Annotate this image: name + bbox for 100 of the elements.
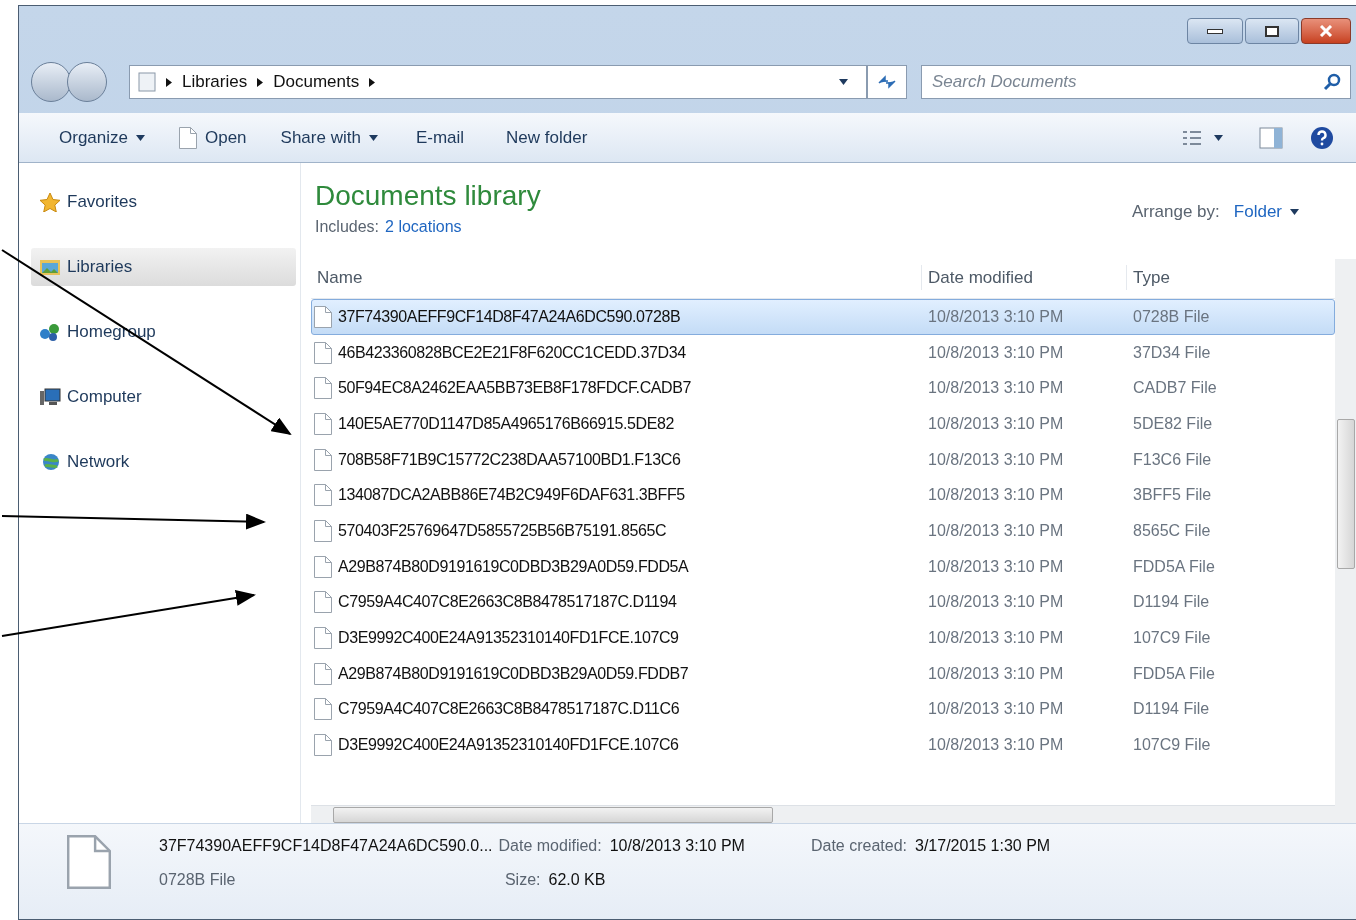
date-cell-text: 10/8/2013 3:10 PM	[927, 556, 1065, 577]
file-name: C7959A4C407C8E2663C8B8478517187C.D1194	[338, 592, 677, 613]
date-cell-text: 10/8/2013 3:10 PM	[927, 663, 1065, 684]
file-row[interactable]: 570403F25769647D5855725B56B75191.8565C 10/8/2013 3:10 PM 8565C File	[311, 513, 1335, 549]
forward-button[interactable]	[67, 62, 107, 102]
type-cell-text: CADB7 File	[1132, 378, 1218, 399]
refresh-button[interactable]	[867, 65, 907, 99]
file-row[interactable]: C7959A4C407C8E2663C8B8478517187C.D1194 10/8/2013 3:10 PM D1194 File	[311, 584, 1335, 621]
caret-icon	[839, 79, 848, 85]
type-cell-text: 107C9 File	[1132, 628, 1212, 649]
date-cell-text: 10/8/2013 3:10 PM	[927, 735, 1065, 756]
column-header[interactable]: Date modified	[921, 264, 1126, 291]
file-icon	[314, 662, 332, 685]
close-icon	[1319, 25, 1333, 37]
size-value: 62.0 KB	[548, 870, 606, 890]
file-row[interactable]: D3E9992C400E24A91352310140FD1FCE.107C6 10/8/2013 3:10 PM 107C9 File	[311, 727, 1335, 763]
file-name: A29B874B80D9191619C0DBD3B29A0D59.FDDB7	[338, 663, 689, 684]
back-button[interactable]	[31, 62, 71, 102]
sidebar-item[interactable]: Libraries	[31, 248, 296, 286]
file-name: 46B423360828BCE2E21F8F620CC1CEDD.37D34	[338, 342, 686, 363]
type-cell-text: D1194 File	[1132, 699, 1211, 720]
file-row[interactable]: D3E9992C400E24A91352310140FD1FCE.107C9 10/8/2013 3:10 PM 107C9 File	[311, 620, 1335, 656]
chevron-icon	[166, 77, 172, 87]
homegroup-icon	[39, 322, 61, 342]
toolbar-button[interactable]: E-mail	[399, 119, 481, 156]
file-icon	[314, 412, 332, 435]
folder-icon	[138, 72, 156, 92]
file-row[interactable]: C7959A4C407C8E2663C8B8478517187C.D11C6 10/8/2013 3:10 PM D1194 File	[311, 691, 1335, 728]
chevron-icon	[369, 77, 376, 87]
type-cell-text: D1194 File	[1132, 592, 1211, 613]
file-icon	[314, 591, 332, 614]
file-icon	[314, 484, 332, 507]
date-cell-text: 10/8/2013 3:10 PM	[927, 699, 1065, 720]
column-header[interactable]: Name	[311, 264, 921, 291]
search-field[interactable]: Search Documents	[921, 65, 1351, 99]
type-cell-text: 3BFF5 File	[1132, 485, 1213, 506]
arrange-dropdown[interactable]: Folder	[1233, 199, 1299, 225]
file-row[interactable]: 140E5AE770D1147D85A4965176B66915.5DE82 10/8/2013 3:10 PM 5DE82 File	[311, 406, 1335, 442]
type-cell-text: 37D34 File	[1132, 342, 1212, 363]
scrollbar-thumb[interactable]	[1337, 419, 1355, 569]
caret-icon	[1290, 208, 1299, 215]
refresh-icon	[877, 75, 897, 89]
file-row[interactable]: 134087DCA2ABB86E74B2C949F6DAF631.3BFF5 10/8/2013 3:10 PM 3BFF5 File	[311, 477, 1335, 514]
type-cell-text: 0728B File	[1132, 306, 1211, 327]
type-cell-text: FDD5A File	[1132, 556, 1216, 577]
date-cell-text: 10/8/2013 3:10 PM	[927, 449, 1065, 470]
date-cell-text: 10/8/2013 3:10 PM	[927, 306, 1065, 327]
toolbar-menu-button[interactable]: Organize	[47, 119, 157, 156]
date-cell-text: 10/8/2013 3:10 PM	[927, 520, 1065, 541]
close-button[interactable]	[1301, 18, 1351, 44]
file-row[interactable]: 37F74390AEFF9CF14D8F47A24A6DC590.0728B 10/8/2013 3:10 PM 0728B File	[311, 299, 1335, 335]
breadcrumb[interactable]: Documents	[273, 69, 360, 95]
file-icon	[314, 734, 332, 757]
locations-link[interactable]: 2 locations	[385, 215, 462, 239]
file-icon	[314, 448, 332, 471]
open-button[interactable]: Open	[167, 119, 259, 156]
details-file-name: 37F74390AEFF9CF14D8F47A24A6DC590.0...	[159, 836, 493, 856]
address-bar[interactable]: Libraries Documents	[129, 65, 867, 99]
chevron-icon	[257, 77, 264, 87]
minimize-button[interactable]	[1187, 18, 1243, 44]
file-row[interactable]: A29B874B80D9191619C0DBD3B29A0D59.FDD5A 10/8/2013 3:10 PM FDD5A File	[311, 548, 1335, 585]
type-cell-text: 8565C File	[1132, 520, 1212, 541]
scrollbar-thumb[interactable]	[333, 806, 773, 823]
date-cell-text: 10/8/2013 3:10 PM	[927, 592, 1065, 613]
created-label: Date created:	[810, 836, 907, 856]
sidebar-item[interactable]: Network	[31, 443, 296, 481]
file-name: 134087DCA2ABB86E74B2C949F6DAF631.3BFF5	[338, 485, 685, 506]
file-name: D3E9992C400E24A91352310140FD1FCE.107C9	[338, 628, 679, 649]
star-icon	[39, 192, 61, 212]
toolbar-button[interactable]: New folder	[490, 119, 604, 156]
file-icon	[67, 834, 111, 890]
sidebar-item[interactable]: Favorites	[31, 183, 296, 221]
pane-icon	[1259, 126, 1283, 149]
file-icon	[314, 377, 332, 400]
file-icon	[179, 126, 197, 149]
file-icon	[314, 555, 332, 578]
breadcrumb[interactable]: Libraries	[182, 69, 248, 95]
horizontal-scrollbar[interactable]	[311, 805, 1335, 823]
date-cell-text: 10/8/2013 3:10 PM	[927, 378, 1065, 399]
help-button[interactable]	[1309, 124, 1335, 151]
vertical-scrollbar[interactable]	[1335, 259, 1356, 823]
caret-icon	[368, 134, 378, 141]
list-icon	[1182, 129, 1202, 146]
file-row[interactable]: A29B874B80D9191619C0DBD3B29A0D59.FDDB7 10/8/2013 3:10 PM FDD5A File	[311, 655, 1335, 692]
file-name: 570403F25769647D5855725B56B75191.8565C	[338, 520, 667, 541]
caret-icon	[136, 134, 145, 141]
file-row[interactable]: 50F94EC8A2462EAA5BB73EB8F178FDCF.CADB7 10/8/2013 3:10 PM CADB7 File	[311, 370, 1335, 407]
toolbar-menu-button[interactable]: Share with	[268, 119, 390, 156]
type-cell-text: FDD5A File	[1132, 663, 1216, 684]
sidebar-item[interactable]: Computer	[31, 378, 296, 416]
search-icon	[1323, 73, 1341, 91]
file-row[interactable]: 708B58F71B9C15772C238DAA57100BD1.F13C6 10/8/2013 3:10 PM F13C6 File	[311, 441, 1335, 478]
file-name: A29B874B80D9191619C0DBD3B29A0D59.FDD5A	[338, 556, 689, 577]
modified-label: Date modified:	[498, 836, 602, 856]
file-icon	[314, 341, 332, 364]
date-cell-text: 10/8/2013 3:10 PM	[927, 485, 1065, 506]
file-row[interactable]: 46B423360828BCE2E21F8F620CC1CEDD.37D34 10/8/2013 3:10 PM 37D34 File	[311, 334, 1335, 371]
file-name: C7959A4C407C8E2663C8B8478517187C.D11C6	[338, 699, 680, 720]
created-value: 3/17/2015 1:30 PM	[915, 836, 1051, 856]
maximize-button[interactable]	[1245, 18, 1299, 44]
